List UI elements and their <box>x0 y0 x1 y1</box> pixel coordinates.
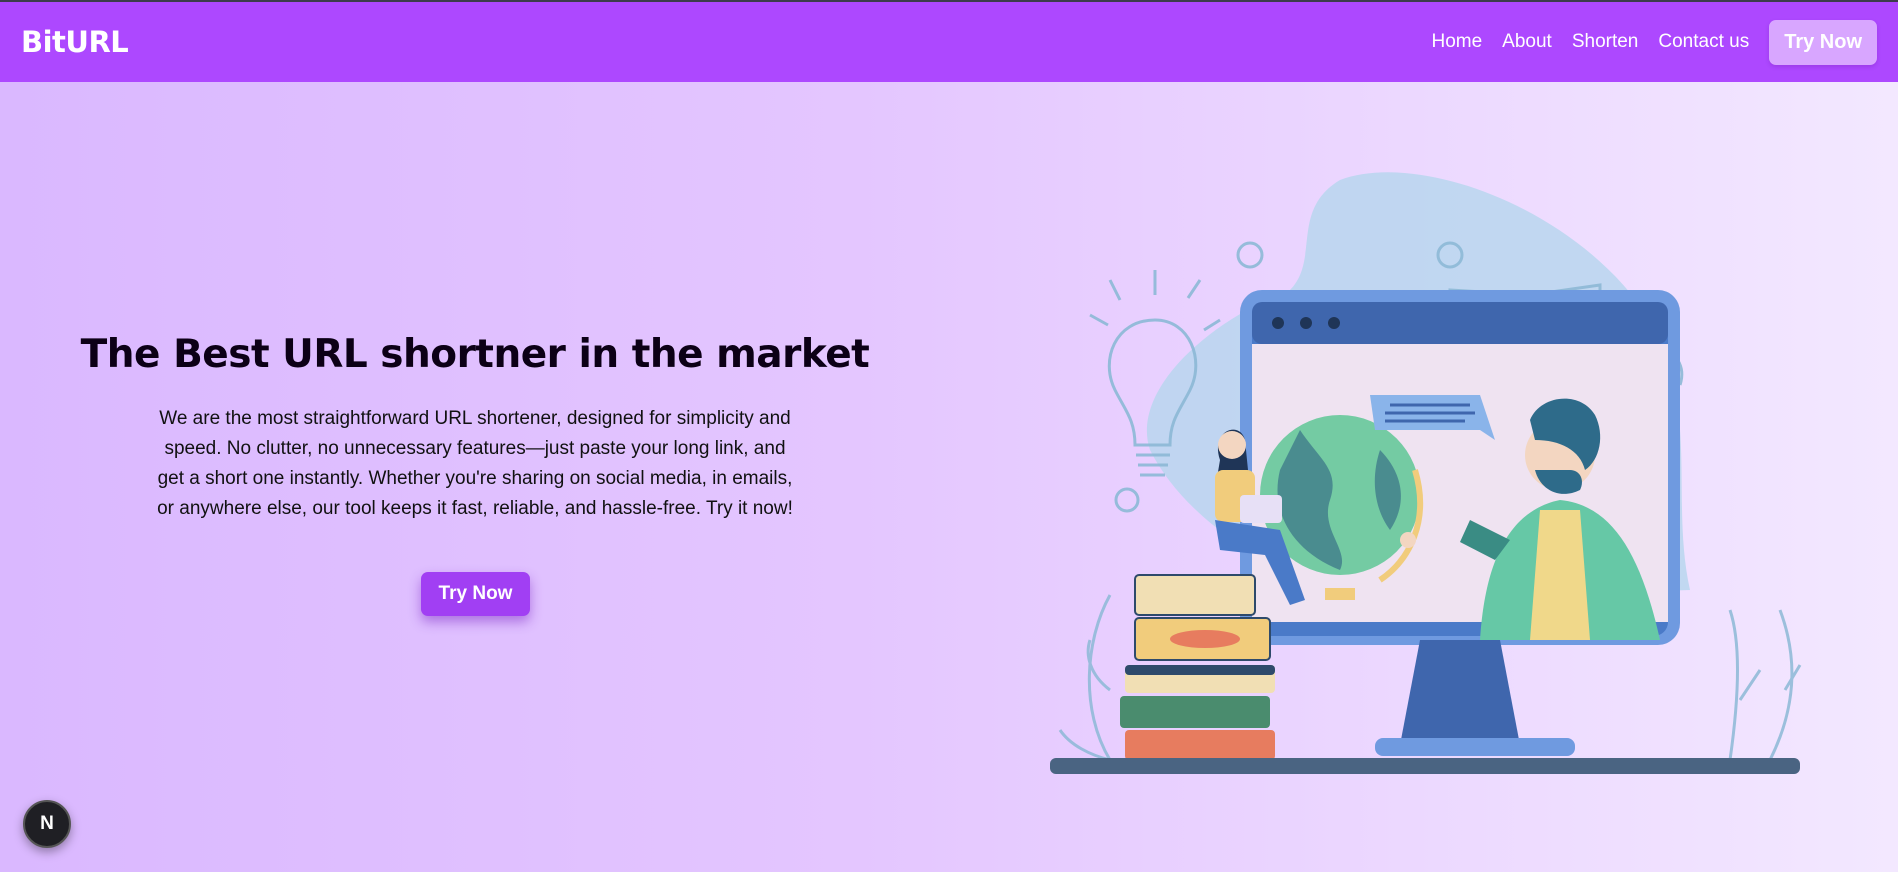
nav-link-about[interactable]: About <box>1502 31 1552 53</box>
nextjs-dev-badge[interactable]: N <box>23 800 71 848</box>
navbar: BitURL Home About Shorten Contact us Try… <box>0 0 1898 82</box>
hero-try-now-button[interactable]: Try Now <box>421 572 530 616</box>
nextjs-icon: N <box>40 813 54 834</box>
brand-logo[interactable]: BitURL <box>21 25 129 59</box>
nav-link-home[interactable]: Home <box>1431 31 1482 53</box>
hero-title: The Best URL shortner in the market <box>80 332 870 377</box>
nav-link-shorten[interactable]: Shorten <box>1572 31 1639 53</box>
nav-try-now-button[interactable]: Try Now <box>1769 19 1877 65</box>
nav-link-contact[interactable]: Contact us <box>1658 31 1749 53</box>
hero-description: We are the most straightforward URL shor… <box>157 408 793 519</box>
nav-links: Home About Shorten Contact us Try Now <box>1431 19 1877 65</box>
online-learning-illustration <box>1040 170 1810 780</box>
